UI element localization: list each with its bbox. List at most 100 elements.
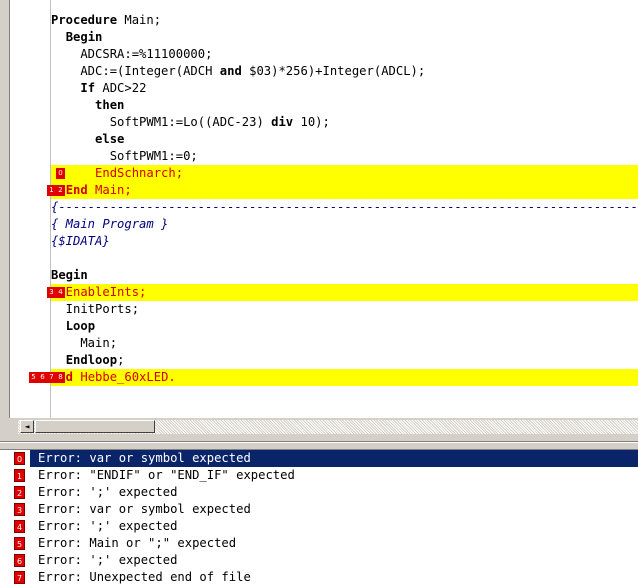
code-line[interactable]: SoftPWM1:=Lo((ADC-23) div 10); bbox=[51, 114, 638, 131]
error-marker-icon[interactable]: 4 bbox=[56, 287, 65, 298]
keyword: Loop bbox=[65, 319, 96, 333]
code-text: EndSchnarch; bbox=[51, 166, 184, 180]
keyword: If bbox=[80, 81, 96, 95]
message-row[interactable]: 6 Error: ';' expected bbox=[0, 552, 638, 569]
message-row[interactable]: 7 Error: Unexpected end of file bbox=[0, 569, 638, 586]
error-marker-icon[interactable]: 3 bbox=[47, 287, 56, 298]
message-text: Error: var or symbol expected bbox=[30, 450, 638, 467]
code-line[interactable]: InitPorts; bbox=[51, 301, 638, 318]
error-number-icon: 2 bbox=[14, 486, 25, 499]
message-row[interactable]: 0 Error: var or symbol expected bbox=[0, 450, 638, 467]
code-text: InitPorts; bbox=[51, 302, 140, 316]
code-text: ADCSRA:=%11100000; bbox=[51, 47, 213, 61]
keyword: and bbox=[219, 64, 242, 78]
horizontal-scrollbar[interactable]: ◄ bbox=[0, 418, 638, 435]
code-line[interactable]: Begin bbox=[51, 29, 638, 46]
keyword: End bbox=[65, 183, 88, 197]
code-line[interactable]: Procedure Main; bbox=[51, 12, 638, 29]
code-text: ; bbox=[117, 353, 125, 367]
code-area[interactable]: Procedure Main; Begin ADCSRA:=%11100000;… bbox=[29, 12, 638, 386]
code-text: Main; bbox=[87, 183, 132, 197]
code-line[interactable]: ADC:=(Integer(ADCH and $03)*256)+Integer… bbox=[51, 63, 638, 80]
message-row[interactable]: 5 Error: Main or ";" expected bbox=[0, 535, 638, 552]
message-text: Error: ';' expected bbox=[38, 519, 178, 533]
error-number-icon: 5 bbox=[14, 537, 25, 550]
code-line[interactable]: Main; bbox=[51, 335, 638, 352]
code-line[interactable]: then bbox=[51, 97, 638, 114]
error-number-icon: 1 bbox=[14, 469, 25, 482]
error-number-icon: 6 bbox=[14, 554, 25, 567]
error-marker-icon[interactable]: 5 bbox=[29, 372, 38, 383]
code-line[interactable]: {$IDATA} bbox=[51, 233, 638, 250]
code-text: SoftPWM1:=Lo((ADC-23) bbox=[51, 115, 272, 129]
message-text: Error: "ENDIF" or "END_IF" expected bbox=[38, 468, 295, 482]
comment: {$IDATA} bbox=[51, 234, 110, 248]
message-row[interactable]: 3 Error: var or symbol expected bbox=[0, 501, 638, 518]
code-text: EnableInts; bbox=[51, 285, 147, 299]
code-text: SoftPWM1:=0; bbox=[51, 149, 198, 163]
message-row[interactable]: 1 Error: "ENDIF" or "END_IF" expected bbox=[0, 467, 638, 484]
keyword: Begin bbox=[51, 268, 88, 282]
code-text: ADC:=(Integer(ADCH bbox=[51, 64, 220, 78]
keyword: then bbox=[95, 98, 125, 112]
code-line[interactable]: else bbox=[51, 131, 638, 148]
keyword: div bbox=[271, 115, 294, 129]
code-line[interactable] bbox=[51, 250, 638, 267]
code-text: $03)*256)+Integer(ADCL); bbox=[241, 64, 426, 78]
code-line[interactable]: Endloop; bbox=[51, 352, 638, 369]
message-row[interactable]: 2 Error: ';' expected bbox=[0, 484, 638, 501]
message-text: Error: var or symbol expected bbox=[38, 502, 251, 516]
code-line[interactable]: Loop bbox=[51, 318, 638, 335]
message-text: Error: Unexpected end of file bbox=[38, 570, 251, 584]
scroll-thumb[interactable] bbox=[35, 420, 155, 433]
splitter-highlight bbox=[0, 442, 638, 443]
comment: { Main Program } bbox=[51, 217, 169, 231]
message-list[interactable]: 0 Error: var or symbol expected 1 Error: "E… bbox=[0, 449, 638, 588]
code-line[interactable]: 12 End Main; bbox=[47, 182, 638, 199]
message-text: Error: Main or ";" expected bbox=[38, 536, 237, 550]
code-text: ADC>22 bbox=[95, 81, 147, 95]
code-line[interactable]: { Main Program } bbox=[51, 216, 638, 233]
keyword: else bbox=[95, 132, 125, 146]
comment: {---------------------------------------… bbox=[51, 200, 638, 214]
message-text: Error: ';' expected bbox=[38, 553, 178, 567]
keyword: Endloop bbox=[65, 353, 118, 367]
pane-splitter[interactable] bbox=[0, 435, 638, 449]
code-text: 10); bbox=[293, 115, 330, 129]
error-marker-icon[interactable]: 0 bbox=[56, 168, 65, 179]
scroll-left-arrow-icon[interactable]: ◄ bbox=[20, 420, 34, 433]
error-number-icon: 0 bbox=[14, 452, 25, 465]
code-line[interactable]: Begin bbox=[51, 267, 638, 284]
code-editor[interactable]: Procedure Main; Begin ADCSRA:=%11100000;… bbox=[0, 0, 638, 418]
error-marker-icon[interactable]: 1 bbox=[47, 185, 56, 196]
code-line[interactable]: 5678End Hebbe_60xLED. bbox=[29, 369, 638, 386]
code-line[interactable]: SoftPWM1:=0; bbox=[51, 148, 638, 165]
code-text: Hebbe_60xLED. bbox=[73, 370, 176, 384]
code-line[interactable]: 34 EnableInts; bbox=[47, 284, 638, 301]
code-line[interactable]: {---------------------------------------… bbox=[51, 199, 638, 216]
code-line[interactable]: ADCSRA:=%11100000; bbox=[51, 46, 638, 63]
code-text: Main; bbox=[117, 13, 162, 27]
message-row[interactable]: 4 Error: ';' expected bbox=[0, 518, 638, 535]
error-marker-icon[interactable]: 8 bbox=[56, 372, 65, 383]
code-text: Main; bbox=[51, 336, 118, 350]
message-text: Error: ';' expected bbox=[38, 485, 178, 499]
error-marker-icon[interactable]: 7 bbox=[47, 372, 56, 383]
error-number-icon: 3 bbox=[14, 503, 25, 516]
error-marker-icon[interactable]: 6 bbox=[38, 372, 47, 383]
keyword: Procedure bbox=[51, 13, 118, 27]
keyword: Begin bbox=[65, 30, 103, 44]
error-gutter bbox=[10, 0, 50, 418]
error-marker-icon[interactable]: 2 bbox=[56, 185, 65, 196]
error-number-icon: 4 bbox=[14, 520, 25, 533]
breakpoint-bar[interactable] bbox=[0, 0, 10, 418]
code-line[interactable]: 0 EndSchnarch; bbox=[51, 165, 638, 182]
error-number-icon: 7 bbox=[14, 571, 25, 584]
code-line[interactable]: If ADC>22 bbox=[51, 80, 638, 97]
